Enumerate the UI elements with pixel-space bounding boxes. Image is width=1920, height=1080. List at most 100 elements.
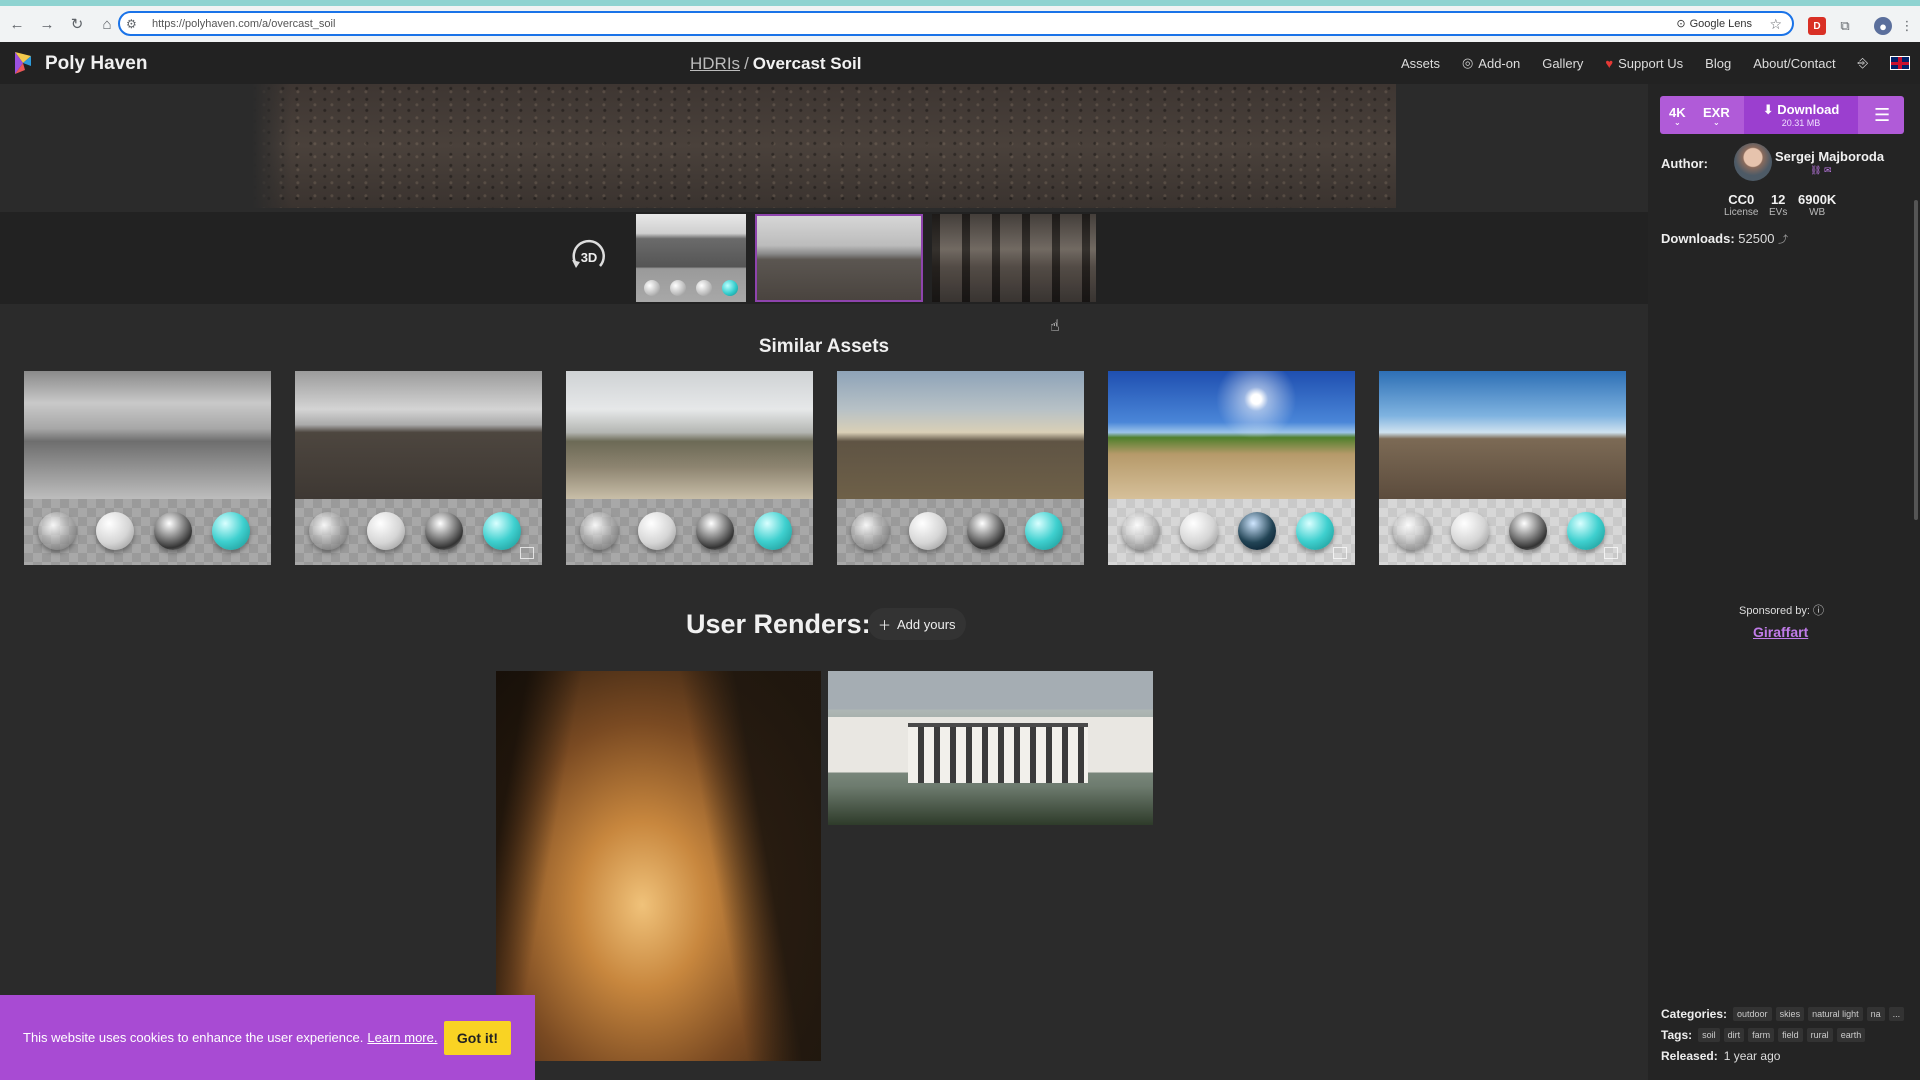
resolution-select[interactable]: 4K ⌄ xyxy=(1669,105,1686,127)
downloads-count: Downloads: 52500 ⤴ xyxy=(1661,231,1788,246)
author-avatar[interactable] xyxy=(1734,143,1772,181)
email-icon[interactable]: ✉ xyxy=(1824,165,1832,175)
nav-assets-label: Assets xyxy=(1400,55,1440,71)
page-scrollbar[interactable] xyxy=(1914,200,1918,520)
author-name[interactable]: Sergej Majboroda xyxy=(1775,149,1884,164)
tag-item[interactable]: rural xyxy=(1806,1028,1833,1042)
nav-gallery[interactable]: Gallery xyxy=(1542,56,1583,71)
thumbnail-spheres[interactable] xyxy=(636,214,746,302)
cookie-text: This website uses cookies to enhance the… xyxy=(23,1030,364,1045)
view-3d-icon[interactable]: 3D xyxy=(568,236,610,278)
category-tag[interactable]: natural light xyxy=(1808,1007,1863,1021)
trend-chart-icon[interactable]: ⤴ xyxy=(1778,235,1788,246)
chevron-down-icon: ⌄ xyxy=(1713,118,1720,127)
downloads-label: Downloads: xyxy=(1661,231,1735,246)
download-options-menu-icon[interactable]: ☰ xyxy=(1874,105,1890,126)
nav-gallery-label: Gallery xyxy=(1542,55,1584,71)
evs-value: 12 xyxy=(1770,192,1786,207)
category-more[interactable]: ... xyxy=(1888,1007,1905,1021)
tag-item[interactable]: farm xyxy=(1748,1028,1775,1042)
link-icon[interactable]: ⛓ xyxy=(1810,165,1821,175)
profile-avatar-icon[interactable]: ● xyxy=(1874,17,1892,35)
sponsored-label: Sponsored by: xyxy=(1739,605,1810,617)
login-icon[interactable]: ⎆ xyxy=(1858,55,1868,71)
back-arrow-icon[interactable]: ← xyxy=(4,11,30,37)
wb-value: 6900K xyxy=(1798,192,1837,207)
add-yours-button[interactable]: ＋ Add yours xyxy=(868,608,966,640)
wb-label: WB xyxy=(1809,207,1826,218)
plus-icon: ＋ xyxy=(878,617,892,633)
poly-haven-logo-icon[interactable] xyxy=(12,50,34,76)
breadcrumb-separator: / xyxy=(744,54,749,73)
mouse-pointer-icon: ☝ xyxy=(1050,318,1060,335)
similar-asset-card[interactable] xyxy=(566,371,813,565)
similar-asset-card[interactable] xyxy=(24,371,271,565)
address-bar[interactable]: ⚙ https://polyhaven.com/a/overcast_soil … xyxy=(118,11,1794,36)
user-render-cliffs[interactable] xyxy=(496,671,821,1061)
page-title: Overcast Soil xyxy=(752,54,862,73)
forward-arrow-icon[interactable]: → xyxy=(34,11,60,37)
nav-assets[interactable]: Assets xyxy=(1401,56,1440,71)
evs-stat: 12 EVs xyxy=(1769,192,1787,218)
wb-stat: 6900K WB xyxy=(1798,192,1836,218)
nav-about-label: About/Contact xyxy=(1753,55,1836,71)
browser-menu-icon[interactable]: ⋮ xyxy=(1898,17,1916,35)
extension-red-icon[interactable]: D xyxy=(1808,17,1826,35)
image-icon xyxy=(520,547,534,559)
sphere-white xyxy=(670,280,686,296)
address-url[interactable]: https://polyhaven.com/a/overcast_soil xyxy=(152,18,335,30)
download-label: Download xyxy=(1777,102,1840,117)
tag-item[interactable]: field xyxy=(1778,1028,1803,1042)
category-tag[interactable]: outdoor xyxy=(1733,1007,1772,1021)
brand-name[interactable]: Poly Haven xyxy=(45,53,147,75)
nav-support[interactable]: ♥ Support Us xyxy=(1605,56,1683,71)
categories-row: Categories: outdoor skies natural light … xyxy=(1661,1007,1905,1021)
nav-about[interactable]: About/Contact xyxy=(1753,56,1835,71)
categories-label: Categories: xyxy=(1661,1007,1728,1021)
breadcrumb-hdris-link[interactable]: HDRIs xyxy=(690,54,740,73)
similar-asset-card[interactable] xyxy=(295,371,542,565)
user-renders-title: User Renders: xyxy=(686,609,871,639)
chevron-down-icon: ⌄ xyxy=(1673,118,1681,127)
image-icon xyxy=(1333,547,1347,559)
site-settings-icon[interactable]: ⚙ xyxy=(126,17,148,31)
tag-item[interactable]: earth xyxy=(1836,1028,1866,1042)
bookmark-star-icon[interactable]: ☆ xyxy=(1769,16,1782,33)
breadcrumb: HDRIs / Overcast Soil xyxy=(690,54,861,74)
cookie-learn-more-link[interactable]: Learn more. xyxy=(367,1030,437,1045)
similar-assets-title: Similar Assets xyxy=(758,336,890,357)
hero-fade xyxy=(252,84,292,208)
user-render-building[interactable] xyxy=(828,671,1153,825)
tag-item[interactable]: dirt xyxy=(1723,1028,1745,1042)
tag-item[interactable]: soil xyxy=(1698,1028,1720,1042)
blender-icon: ◎ xyxy=(1461,55,1474,70)
cookie-accept-button[interactable]: Got it! xyxy=(444,1021,511,1055)
download-button[interactable]: ⬇ Download 20.31 MB xyxy=(1744,96,1858,134)
nav-addon[interactable]: ◎ Add-on xyxy=(1462,55,1520,71)
uk-flag-icon[interactable] xyxy=(1890,56,1910,70)
heart-icon: ♥ xyxy=(1605,55,1614,71)
category-tag[interactable]: na xyxy=(1866,1007,1885,1021)
thumbnail-example-render[interactable] xyxy=(932,214,1096,302)
home-icon[interactable]: ⌂ xyxy=(94,11,120,37)
thumbnail-tonemapped-selected[interactable] xyxy=(755,214,923,302)
sponsored-by: Sponsored by: ⓘ xyxy=(1739,602,1824,618)
image-icon xyxy=(1604,547,1618,559)
similar-asset-card[interactable] xyxy=(1108,371,1355,565)
license-value[interactable]: CC0 xyxy=(1724,192,1758,207)
evs-label: EVs xyxy=(1769,207,1788,218)
category-tag[interactable]: skies xyxy=(1775,1007,1805,1021)
similar-asset-card[interactable] xyxy=(1379,371,1626,565)
tags-label: Tags: xyxy=(1661,1028,1693,1042)
extensions-puzzle-icon[interactable]: ⧉ xyxy=(1836,17,1854,35)
sponsor-link[interactable]: Giraffart xyxy=(1753,624,1808,640)
hdri-preview-image[interactable] xyxy=(252,84,1396,208)
main-nav: Assets ◎ Add-on Gallery ♥ Support Us Blog … xyxy=(1401,42,1920,84)
nav-blog[interactable]: Blog xyxy=(1705,56,1731,71)
reload-icon[interactable]: ↻ xyxy=(64,11,90,37)
similar-asset-card[interactable] xyxy=(837,371,1084,565)
view-3d-label: 3D xyxy=(581,250,598,265)
help-icon[interactable]: ⓘ xyxy=(1813,605,1824,617)
format-select[interactable]: EXR ⌄ xyxy=(1703,105,1730,127)
google-lens-button[interactable]: ⊙ Google Lens xyxy=(1676,17,1752,31)
